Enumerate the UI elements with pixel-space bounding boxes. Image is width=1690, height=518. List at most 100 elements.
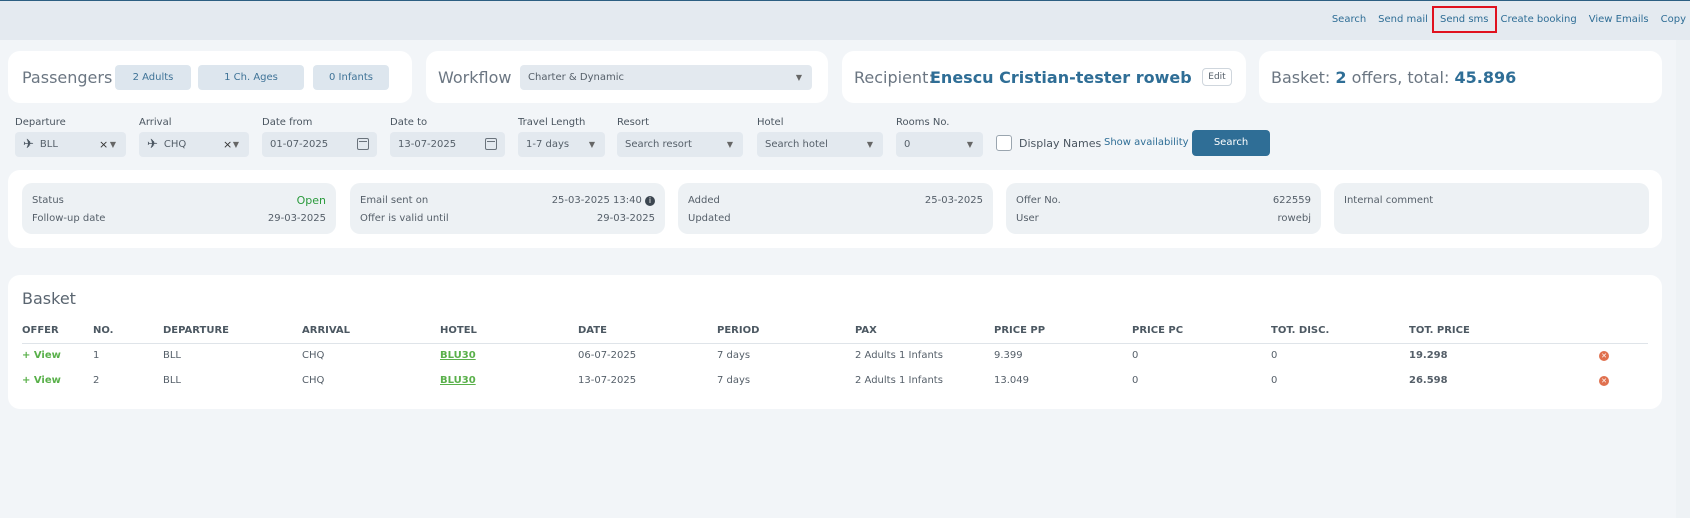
basket-total: 45.896 (1454, 68, 1517, 87)
row-price-pp: 9.399 (994, 350, 1023, 362)
email-sent-key: Email sent on (360, 195, 429, 206)
row-pax: 2 Adults 1 Infants (855, 350, 943, 362)
col-price-pc: PRICE PC (1132, 323, 1271, 344)
workflow-value: Charter & Dynamic (528, 72, 625, 83)
send-sms-link[interactable]: Send sms (1432, 6, 1497, 33)
followup-key: Follow-up date (32, 213, 106, 224)
recipient-label: Recipient: (854, 68, 934, 87)
row-no: 1 (93, 350, 100, 362)
col-period: PERIOD (717, 323, 855, 344)
show-availability-link[interactable]: Show availability (1104, 137, 1189, 148)
email-sent-value: 25-03-2025 13:40 (551, 195, 642, 206)
resort-select[interactable]: Search resort ▼ (617, 132, 743, 157)
hotel-select[interactable]: Search hotel ▼ (757, 132, 883, 157)
children-button[interactable]: 1 Ch. Ages (198, 65, 304, 90)
departure-label: Departure (15, 117, 66, 128)
departure-select[interactable]: ✈ BLL × ▼ (15, 132, 126, 157)
infants-button[interactable]: 0 Infants (313, 65, 389, 90)
hotel-link[interactable]: BLU30 (440, 375, 476, 386)
row-departure: BLL (163, 375, 182, 386)
status-box: Status Open Follow-up date 29-03-2025 (22, 183, 336, 234)
copy-link[interactable]: Copy (1661, 14, 1686, 25)
table-row: + View 2 BLL CHQ BLU30 13-07-2025 7 days… (22, 368, 1648, 393)
offer-no-key: Offer No. (1016, 195, 1061, 206)
basket-title: Basket (22, 289, 76, 308)
send-mail-link[interactable]: Send mail (1378, 14, 1428, 25)
basket-summary-card: Basket: 2 offers, total: 45.896 (1259, 51, 1662, 103)
status-key: Status (32, 195, 64, 206)
view-emails-link[interactable]: View Emails (1589, 14, 1649, 25)
row-price-pc: 0 (1132, 350, 1139, 362)
valid-until-value: 29-03-2025 (596, 213, 655, 224)
adults-button[interactable]: 2 Adults (115, 65, 191, 90)
edit-button[interactable]: Edit (1202, 68, 1232, 86)
col-no: NO. (93, 323, 163, 344)
resort-label: Resort (617, 117, 650, 128)
basket-summary-mid: offers, total: (1351, 68, 1450, 87)
internal-comment-box[interactable]: Internal comment (1334, 183, 1649, 234)
search-button[interactable]: Search (1192, 130, 1270, 156)
row-period: 7 days (717, 375, 751, 386)
added-key: Added (688, 195, 720, 206)
row-price-pc: 0 (1132, 375, 1139, 386)
create-booking-link[interactable]: Create booking (1501, 14, 1577, 25)
plane-takeoff-icon: ✈ (23, 137, 34, 152)
chevron-down-icon: ▼ (588, 140, 595, 149)
rooms-select[interactable]: 0 ▼ (896, 132, 983, 157)
workflow-select[interactable]: Charter & Dynamic ▼ (520, 65, 812, 90)
arrival-label: Arrival (139, 117, 172, 128)
row-tot-disc: 0 (1271, 375, 1278, 386)
row-departure: BLL (163, 350, 182, 362)
offer-no-value: 622559 (1272, 195, 1311, 206)
hotel-link[interactable]: BLU30 (440, 350, 476, 361)
calendar-icon[interactable] (485, 138, 497, 150)
basket-summary: Basket: 2 offers, total: 45.896 (1271, 68, 1516, 87)
workflow-title: Workflow (438, 68, 512, 87)
date-from-input[interactable]: 01-07-2025 (262, 132, 377, 157)
row-tot-price: 26.598 (1409, 375, 1448, 386)
added-value: 25-03-2025 (924, 195, 983, 206)
basket-count: 2 (1335, 68, 1347, 87)
chevron-down-icon: ▼ (232, 140, 239, 149)
date-to-value: 13-07-2025 (398, 139, 457, 150)
updated-key: Updated (688, 213, 731, 224)
chevron-down-icon: ▼ (109, 140, 116, 149)
remove-icon[interactable]: ✕ (1599, 376, 1609, 386)
row-arrival: CHQ (302, 375, 325, 386)
travel-length-select[interactable]: 1-7 days ▼ (518, 132, 605, 157)
followup-value: 29-03-2025 (267, 213, 326, 224)
col-date: DATE (578, 323, 717, 344)
basket-summary-label: Basket: (1271, 68, 1331, 87)
view-link[interactable]: + View (22, 350, 61, 361)
chevron-down-icon: ▼ (795, 73, 802, 82)
arrival-select[interactable]: ✈ CHQ × ▼ (139, 132, 249, 157)
user-value: rowebj (1277, 213, 1311, 224)
remove-icon[interactable]: ✕ (1599, 351, 1609, 362)
clear-icon[interactable]: × (223, 132, 232, 157)
scrollbar[interactable] (1676, 40, 1690, 518)
col-hotel: HOTEL (440, 323, 578, 344)
basket-table: OFFER NO. DEPARTURE ARRIVAL HOTEL DATE P… (22, 323, 1648, 393)
date-to-input[interactable]: 13-07-2025 (390, 132, 505, 157)
clear-icon[interactable]: × (99, 132, 108, 157)
hotel-placeholder: Search hotel (765, 139, 828, 150)
view-link[interactable]: + View (22, 375, 61, 386)
hotel-label: Hotel (757, 117, 784, 128)
plane-landing-icon: ✈ (147, 137, 158, 152)
col-arrival: ARRIVAL (302, 323, 440, 344)
table-row: + View 1 BLL CHQ BLU30 06-07-2025 7 days… (22, 343, 1648, 368)
user-key: User (1016, 213, 1039, 224)
search-link[interactable]: Search (1332, 14, 1366, 25)
date-from-label: Date from (262, 117, 313, 128)
display-names-checkbox[interactable] (996, 135, 1012, 151)
info-icon[interactable]: i (645, 196, 655, 206)
date-from-value: 01-07-2025 (270, 139, 329, 150)
passengers-title: Passengers (22, 68, 113, 87)
row-arrival: CHQ (302, 350, 325, 362)
row-tot-price: 19.298 (1409, 350, 1448, 362)
col-tot-disc: TOT. DISC. (1271, 323, 1409, 344)
rooms-label: Rooms No. (896, 117, 950, 128)
calendar-icon[interactable] (357, 138, 369, 150)
recipient-name: Enescu Cristian-tester roweb (930, 68, 1192, 87)
table-header-row: OFFER NO. DEPARTURE ARRIVAL HOTEL DATE P… (22, 323, 1648, 344)
